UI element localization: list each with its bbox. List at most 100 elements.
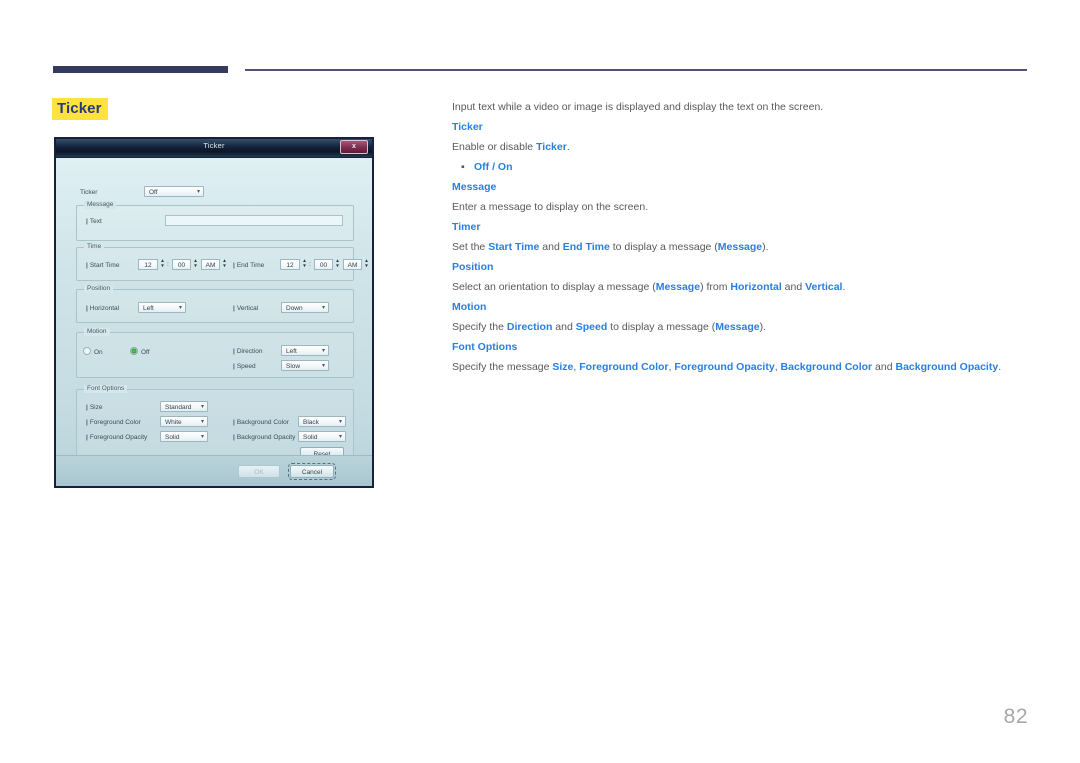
foreground-color-combo[interactable]: White ▾ [160, 416, 208, 427]
radio-dot-icon [130, 347, 138, 355]
background-color-combo[interactable]: Black ▾ [298, 416, 346, 427]
dialog-title-bar: Ticker x [56, 139, 372, 158]
section-heading-font-options: Font Options [452, 341, 518, 353]
chevron-down-icon: ▾ [338, 434, 342, 440]
dialog-footer: OK Cancel [56, 455, 372, 486]
ticker-row-label: Ticker [80, 189, 98, 196]
vertical-label: | Vertical [233, 305, 259, 312]
size-combo[interactable]: Standard ▾ [160, 401, 208, 412]
intro-paragraph: Input text while a video or image is dis… [452, 101, 824, 113]
header-rule-thick [53, 66, 228, 73]
section-heading-timer: Timer [452, 221, 481, 233]
chevron-down-icon: ▾ [321, 305, 325, 311]
end-meridiem-field[interactable]: AM [343, 259, 362, 270]
dialog-body: Ticker Off ▾ Message | Text Time | Start T… [56, 158, 372, 486]
chevron-down-icon: ▾ [200, 404, 204, 410]
speed-combo[interactable]: Slow ▾ [281, 360, 329, 371]
background-opacity-value: Solid [303, 434, 318, 441]
cancel-button[interactable]: Cancel [288, 463, 336, 480]
chevron-down-icon: ▾ [338, 419, 342, 425]
section-body-motion: Specify the Direction and Speed to displ… [452, 321, 767, 333]
section-heading-message: Message [452, 181, 497, 193]
chevron-down-icon: ▾ [200, 419, 204, 425]
ticker-enable-value: Off [149, 189, 158, 196]
chevron-down-icon: ▾ [321, 363, 325, 369]
field-tick-icon: | [233, 419, 235, 426]
end-time-colon: : [309, 261, 311, 268]
dialog-title: Ticker [203, 141, 225, 150]
font-options-group-label: Font Options [84, 385, 128, 393]
chevron-down-icon: ▾ [200, 434, 204, 440]
message-text-input[interactable] [165, 215, 343, 226]
field-tick-icon: | [86, 404, 88, 411]
ticker-dialog-window: Ticker x Ticker Off ▾ Message | Text Time… [54, 137, 374, 488]
ok-button[interactable]: OK [238, 465, 280, 478]
start-minute-stepper[interactable]: ▴ ▾ [192, 259, 199, 270]
background-opacity-combo[interactable]: Solid ▾ [298, 431, 346, 442]
field-tick-icon: | [233, 363, 235, 370]
background-color-value: Black [303, 419, 319, 426]
field-tick-icon: | [86, 419, 88, 426]
foreground-opacity-combo[interactable]: Solid ▾ [160, 431, 208, 442]
start-time-label: | Start Time [86, 262, 120, 269]
section-heading-motion: Motion [452, 301, 487, 313]
start-meridiem-field[interactable]: AM [201, 259, 220, 270]
field-tick-icon: | [233, 262, 235, 269]
field-tick-icon: | [233, 434, 235, 441]
section-body-timer: Set the Start Time and End Time to displ… [452, 241, 769, 253]
direction-combo[interactable]: Left ▾ [281, 345, 329, 356]
motion-radio-on[interactable]: On [83, 347, 103, 357]
field-tick-icon: | [86, 218, 88, 225]
size-label: | Size [86, 404, 103, 411]
motion-group-label: Motion [84, 328, 110, 336]
horizontal-combo[interactable]: Left ▾ [138, 302, 186, 313]
direction-label: | Direction [233, 348, 263, 355]
size-value: Standard [165, 404, 192, 411]
speed-label: | Speed [233, 363, 256, 370]
field-tick-icon: | [86, 305, 88, 312]
start-meridiem-stepper[interactable]: ▴ ▾ [221, 259, 228, 270]
message-text-label: | Text [86, 218, 102, 225]
section-body-message: Enter a message to display on the screen… [452, 201, 649, 213]
chevron-down-icon: ▾ [321, 348, 325, 354]
end-hour-stepper[interactable]: ▴ ▾ [301, 259, 308, 270]
description-column: Input text while a video or image is dis… [452, 100, 1028, 380]
foreground-color-value: White [165, 419, 182, 426]
start-hour-field[interactable]: 12 [138, 259, 158, 270]
close-icon[interactable]: x [340, 140, 368, 154]
section-body-font-options: Specify the message Size, Foreground Col… [452, 361, 1002, 373]
end-minute-stepper[interactable]: ▴ ▾ [334, 259, 341, 270]
end-time-label: | End Time [233, 262, 265, 269]
chevron-down-icon: ▾ [178, 305, 182, 311]
speed-value: Slow [286, 363, 301, 370]
background-color-label: | Background Color [233, 419, 289, 426]
horizontal-label: | Horizontal [86, 305, 120, 312]
bullet-dot-icon: ▪ [461, 161, 465, 173]
field-tick-icon: | [86, 262, 88, 269]
section-body-position: Select an orientation to display a messa… [452, 281, 846, 293]
page-title: Ticker [52, 98, 108, 120]
vertical-value: Down [286, 305, 303, 312]
end-meridiem-stepper[interactable]: ▴ ▾ [363, 259, 370, 270]
ticker-options-bullet: ▪ Off / On [461, 161, 513, 173]
foreground-opacity-value: Solid [165, 434, 180, 441]
direction-value: Left [286, 348, 297, 355]
motion-radio-off[interactable]: Off [130, 347, 150, 357]
field-tick-icon: | [233, 348, 235, 355]
start-minute-field[interactable]: 00 [172, 259, 191, 270]
end-minute-field[interactable]: 00 [314, 259, 333, 270]
horizontal-value: Left [143, 305, 154, 312]
background-opacity-label: | Background Opacity [233, 434, 296, 441]
section-heading-position: Position [452, 261, 494, 273]
radio-dot-icon [83, 347, 91, 355]
vertical-combo[interactable]: Down ▾ [281, 302, 329, 313]
foreground-opacity-label: | Foreground Opacity [86, 434, 148, 441]
start-hour-stepper[interactable]: ▴ ▾ [159, 259, 166, 270]
foreground-color-label: | Foreground Color [86, 419, 141, 426]
header-rule-thin [245, 69, 1027, 71]
end-hour-field[interactable]: 12 [280, 259, 300, 270]
ticker-enable-combo[interactable]: Off ▾ [144, 186, 204, 197]
start-time-colon: : [167, 261, 169, 268]
time-group-label: Time [84, 243, 105, 251]
field-tick-icon: | [233, 305, 235, 312]
